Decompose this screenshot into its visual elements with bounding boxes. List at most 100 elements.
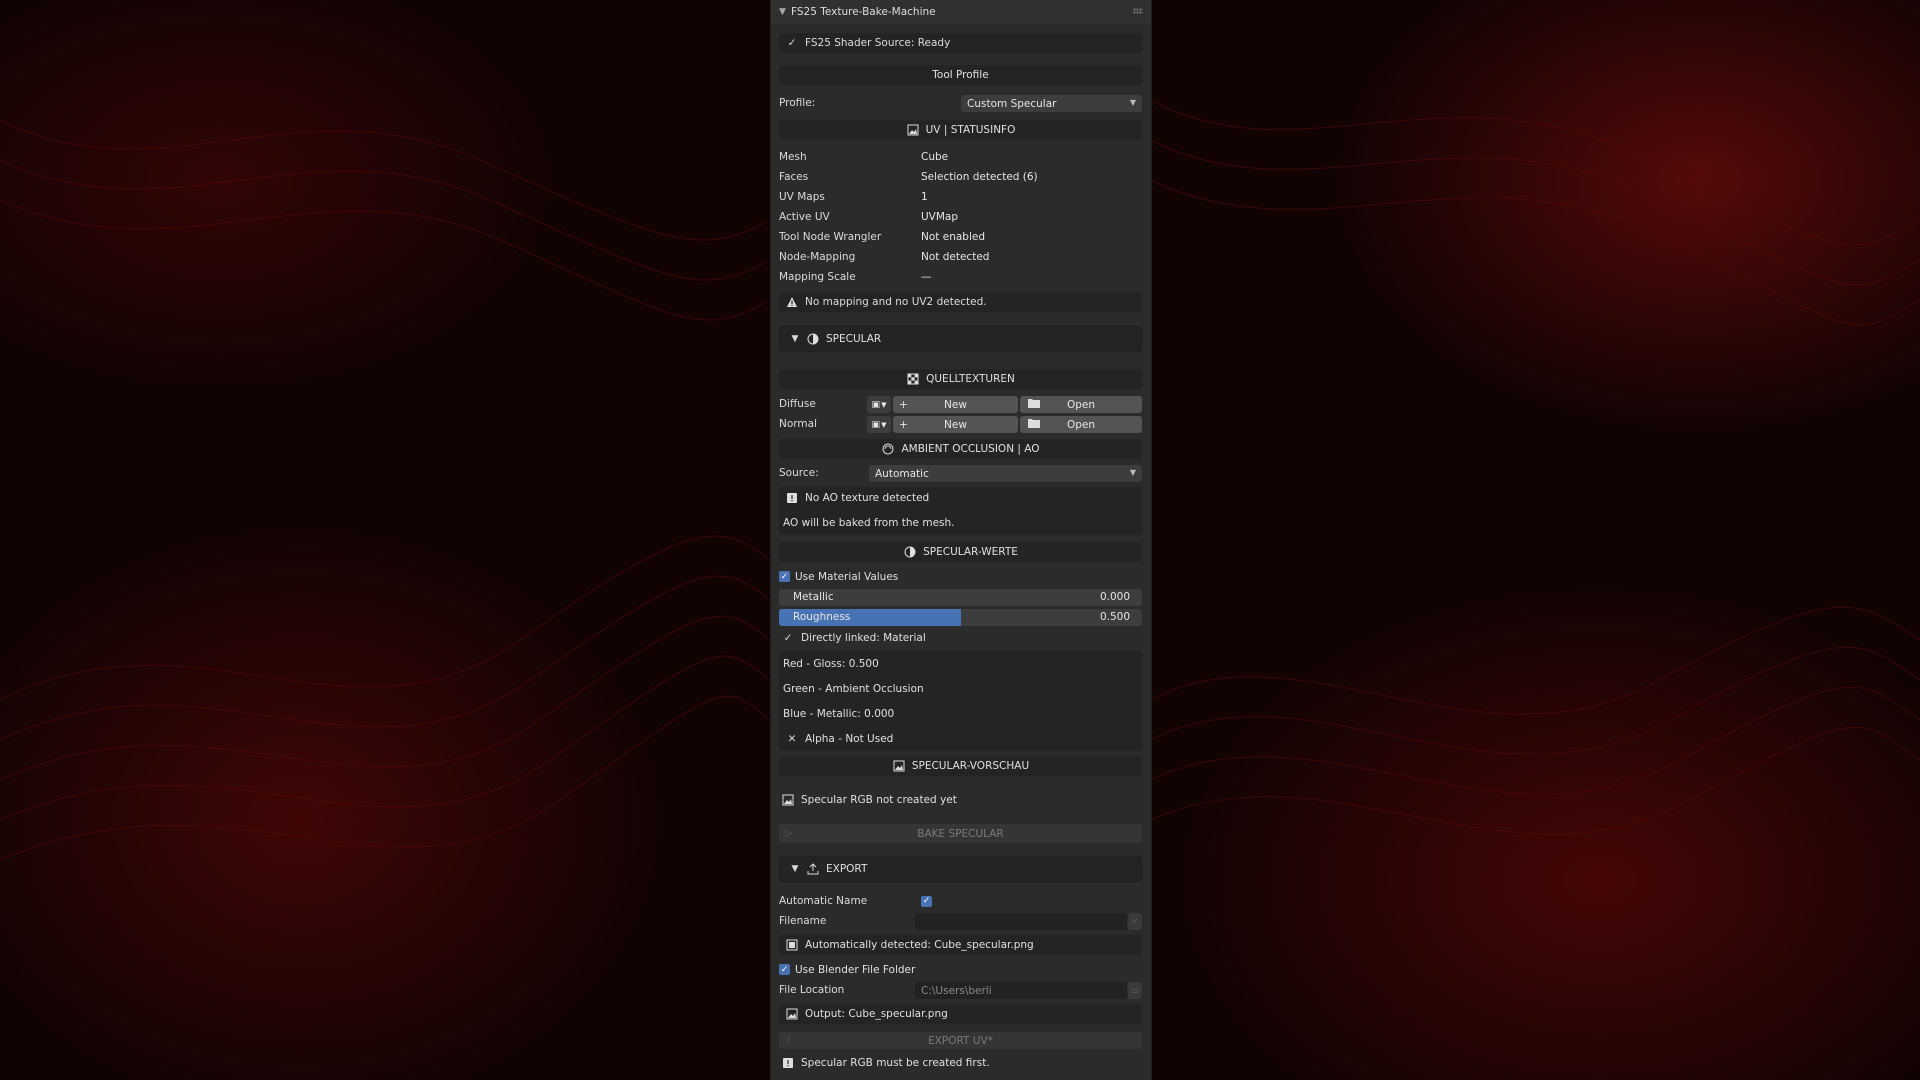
automatic-name-checkbox[interactable]: ✓ xyxy=(921,895,932,907)
uv-row-key: Mapping Scale xyxy=(779,271,856,283)
specular-rgb-status-row: Specular RGB not created yet xyxy=(779,791,1142,809)
channel-alpha-text: Alpha - Not Used xyxy=(805,732,894,745)
close-icon: ✕ xyxy=(787,732,797,745)
source-textures-title: QUELLTEXTUREN xyxy=(926,373,1015,385)
output-text: Output: Cube_specular.png xyxy=(805,1008,948,1020)
uv-row-node-mapping: Node-Mapping Not detected xyxy=(779,247,1142,267)
use-material-values-row[interactable]: ✓ Use Material Values xyxy=(779,568,1142,585)
use-material-values-label: Use Material Values xyxy=(795,570,899,583)
uv-row-key: UV Maps xyxy=(779,191,825,203)
plus-icon: + xyxy=(899,418,908,431)
uv-row-node-wrangler: Tool Node Wrangler Not enabled xyxy=(779,227,1142,247)
bake-specular-label: BAKE SPECULAR xyxy=(917,827,1004,840)
uv-row-mesh: Mesh Cube xyxy=(779,147,1142,167)
ao-title: AMBIENT OCCLUSION | AO xyxy=(901,443,1040,455)
image-icon xyxy=(785,1007,799,1021)
export-icon: ⇧ xyxy=(785,1035,793,1046)
diffuse-image-browse[interactable]: ▣ ▼ xyxy=(867,396,891,413)
uv-warning-box: No mapping and no UV2 detected. xyxy=(779,292,1142,312)
use-blend-folder-label: Use Blender File Folder xyxy=(795,963,916,976)
drag-handle-icon[interactable] xyxy=(1133,8,1143,14)
export-uv-button[interactable]: ⇧ EXPORT UV* xyxy=(779,1032,1142,1049)
roughness-value: 0.500 xyxy=(1099,611,1130,623)
checkmark-icon: ✓ xyxy=(787,37,797,49)
bake-specular-button[interactable]: ▷ BAKE SPECULAR xyxy=(779,824,1142,843)
chevron-down-icon[interactable]: ▼ xyxy=(779,7,791,17)
use-blend-folder-checkbox[interactable]: ✓ xyxy=(779,964,790,975)
diffuse-new-button[interactable]: + New xyxy=(893,396,1018,413)
export-icon xyxy=(806,862,820,876)
chevron-down-icon: ▼ xyxy=(881,400,887,409)
export-note-text: Specular RGB must be created first. xyxy=(801,1057,990,1069)
metallic-value: 0.000 xyxy=(1099,591,1130,603)
info-icon xyxy=(781,1056,795,1070)
ao-circle-icon xyxy=(881,442,895,456)
file-location-browse-button[interactable]: ▭ xyxy=(1128,982,1142,999)
image-icon: ▣ xyxy=(871,419,881,430)
image-icon xyxy=(892,759,906,773)
normal-image-browse[interactable]: ▣ ▼ xyxy=(867,416,891,433)
shader-status-text: FS25 Shader Source: Ready xyxy=(805,37,951,49)
roughness-label: Roughness xyxy=(793,611,851,623)
directly-linked-text: Directly linked: Material xyxy=(801,631,926,644)
uv-row-value: — xyxy=(921,271,932,283)
triangle-down-icon: ▼ xyxy=(791,864,799,874)
diffuse-new-label: New xyxy=(944,398,967,411)
uv-row-key: Mesh xyxy=(779,151,807,163)
file-location-value: C:\Users\berli xyxy=(921,984,992,997)
specular-section-toggle[interactable]: ▼ SPECULAR xyxy=(779,326,1142,352)
directly-linked-row: ✓ Directly linked: Material xyxy=(779,629,1142,646)
auto-detected-box: Automatically detected: Cube_specular.pn… xyxy=(779,935,1142,955)
uv-row-active-uv: Active UV UVMap xyxy=(779,207,1142,227)
diffuse-open-label: Open xyxy=(1066,398,1096,411)
use-blend-folder-row[interactable]: ✓ Use Blender File Folder xyxy=(779,961,1142,978)
diffuse-open-button[interactable]: Open xyxy=(1020,396,1142,413)
specular-values-title: SPECULAR-WERTE xyxy=(923,546,1018,558)
export-section-toggle[interactable]: ▼ EXPORT xyxy=(779,856,1142,882)
specular-values-header: SPECULAR-WERTE xyxy=(779,542,1142,562)
file-location-input[interactable]: C:\Users\berli xyxy=(915,982,1127,999)
automatic-name-label: Automatic Name xyxy=(779,895,868,907)
profile-select-value: Custom Specular xyxy=(967,97,1057,110)
addon-panel: ▼ FS25 Texture-Bake-Machine ✓ FS25 Shade… xyxy=(770,0,1152,1080)
chevron-down-icon: ▼ xyxy=(1129,98,1136,107)
normal-new-button[interactable]: + New xyxy=(893,416,1018,433)
shading-sphere-icon xyxy=(903,545,917,559)
automatic-name-row: Automatic Name ✓ xyxy=(779,891,1142,911)
folder-icon: ▭ xyxy=(1131,986,1139,995)
ao-info-text: No AO texture detected xyxy=(805,492,930,504)
file-location-label: File Location xyxy=(779,984,845,996)
uv-row-key: Active UV xyxy=(779,211,830,223)
uv-row-faces: Faces Selection detected (6) xyxy=(779,167,1142,187)
uv-status-header: UV | STATUSINFO xyxy=(779,120,1142,140)
filename-input[interactable] xyxy=(915,913,1127,930)
auto-detected-text: Automatically detected: Cube_specular.pn… xyxy=(805,939,1034,951)
export-note-row: Specular RGB must be created first. xyxy=(779,1054,1142,1072)
filename-confirm-button[interactable]: ✓ xyxy=(1128,913,1142,930)
normal-open-button[interactable]: Open xyxy=(1020,416,1142,433)
uv-row-value: Not enabled xyxy=(921,231,985,243)
normal-open-label: Open xyxy=(1066,418,1096,431)
channel-green: Green - Ambient Occlusion xyxy=(783,682,924,695)
use-material-values-checkbox[interactable]: ✓ xyxy=(779,571,790,582)
uv-row-value: 1 xyxy=(921,191,928,203)
channel-red: Red - Gloss: 0.500 xyxy=(783,657,879,670)
source-textures-header: QUELLTEXTUREN xyxy=(779,369,1142,389)
ao-source-select[interactable]: Automatic ▼ xyxy=(869,465,1142,482)
tool-profile-header: Tool Profile xyxy=(779,65,1142,85)
ao-note-text: AO will be baked from the mesh. xyxy=(783,517,955,529)
output-box: Output: Cube_specular.png xyxy=(779,1004,1142,1024)
uv-warning-text: No mapping and no UV2 detected. xyxy=(805,296,987,308)
filename-label: Filename xyxy=(779,915,827,927)
uv-row-key: Node-Mapping xyxy=(779,251,856,263)
channel-blue: Blue - Metallic: 0.000 xyxy=(783,707,895,720)
profile-select[interactable]: Custom Specular ▼ xyxy=(961,95,1142,112)
uv-status-title: UV | STATUSINFO xyxy=(925,124,1016,136)
metallic-slider[interactable]: Metallic 0.000 xyxy=(779,589,1142,606)
panel-header[interactable]: ▼ FS25 Texture-Bake-Machine xyxy=(771,0,1151,24)
chevron-down-icon: ▼ xyxy=(881,420,887,429)
ao-source-value: Automatic xyxy=(875,467,929,480)
uv-row-value: Selection detected (6) xyxy=(921,171,1038,183)
tool-profile-title: Tool Profile xyxy=(932,69,989,81)
roughness-slider[interactable]: Roughness 0.500 xyxy=(779,609,1142,626)
